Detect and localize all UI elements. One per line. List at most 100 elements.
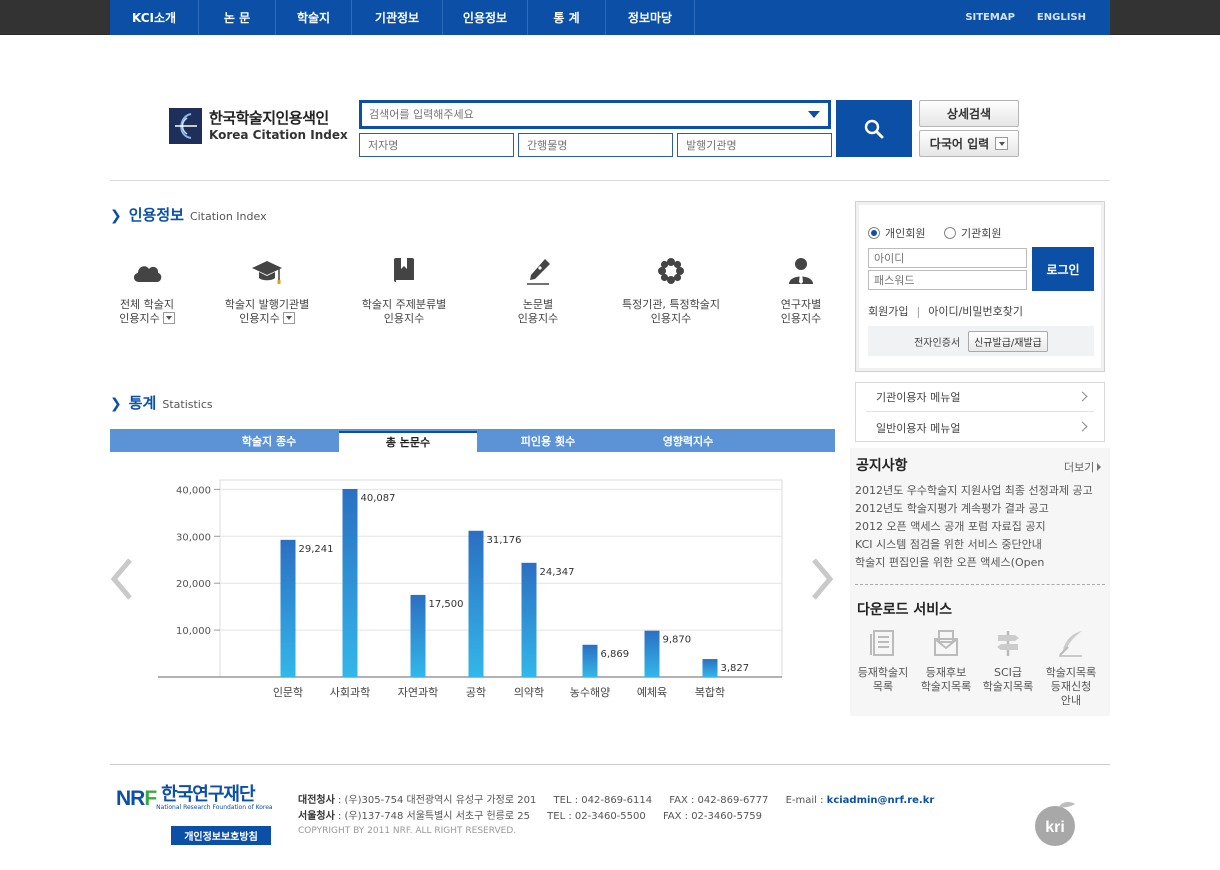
nav-institutions[interactable]: 기관정보 xyxy=(352,0,443,35)
citation-label: 학술지 주제분류별 xyxy=(361,298,447,311)
fax-text: FAX : 02-3460-5759 xyxy=(662,811,763,822)
general-manual-link[interactable]: 일반이용자 메뉴얼 xyxy=(866,413,1094,442)
citation-label: 논문별 xyxy=(522,298,554,311)
quill-icon xyxy=(1059,631,1082,657)
citation-by-publisher[interactable]: 학술지 발행기관별 인용지수 xyxy=(207,256,327,326)
document-list-icon xyxy=(870,630,894,656)
chart-bar[interactable] xyxy=(280,539,296,677)
copyright: COPYRIGHT BY 2011 NRF. ALL RIGHT RESERVE… xyxy=(298,826,517,836)
chart-prev-arrow[interactable] xyxy=(110,556,134,602)
chart-data-label: 24,347 xyxy=(540,567,575,578)
find-account-link[interactable]: 아이디/비밀번호찾기 xyxy=(928,305,1023,318)
chart-x-tick-label: 자연과학 xyxy=(398,686,438,699)
download-sci-journals[interactable]: SCI급 학술지목록 xyxy=(978,628,1038,694)
manual-label: 일반이용자 메뉴얼 xyxy=(876,421,961,435)
advanced-search-button[interactable]: 상세검색 xyxy=(919,100,1019,127)
citation-by-institution-journal[interactable]: 특정기관, 특정학술지 인용지수 xyxy=(611,256,731,326)
nrf-name-ko: 한국연구재단 xyxy=(161,784,255,805)
chart-bar[interactable] xyxy=(468,530,484,677)
citation-by-researcher[interactable]: 연구자별 인용지수 xyxy=(741,256,861,326)
chart-bar[interactable] xyxy=(410,594,426,677)
institution-manual-link[interactable]: 기관이용자 메뉴얼 xyxy=(866,383,1094,412)
chart-bar[interactable] xyxy=(644,630,660,677)
certificate-issue-button[interactable]: 신규발급/재발급 xyxy=(968,330,1048,352)
chevron-down-icon[interactable] xyxy=(808,111,820,118)
utility-links: SITEMAP ENGLISH xyxy=(965,0,1086,35)
logo-title-en: Korea Citation Index xyxy=(209,128,348,142)
login-panel: 개인회원 기관회원 로그인 회원가입|아이디/비밀번호찾기 전자인증서 신규발급… xyxy=(855,201,1105,372)
chart-bar[interactable] xyxy=(342,488,358,677)
notice-item[interactable]: 2012년도 우수학술지 지원사업 최종 선정과제 공고 xyxy=(855,482,1095,500)
publisher-input[interactable] xyxy=(678,134,831,156)
nav-citation[interactable]: 인용정보 xyxy=(443,0,528,35)
notice-item[interactable]: 2012 오픈 액세스 공개 포럼 자료집 공지 xyxy=(855,518,1095,536)
seoul-address: 서울청사 : (우)137-748 서울특별시 서초구 헌릉로 25 TEL :… xyxy=(298,807,762,822)
tab-journal-count[interactable]: 학술지 종수 xyxy=(199,429,339,452)
chart-y-tick-label: 10,000 xyxy=(176,626,211,637)
nrf-logo[interactable]: NRF 한국연구재단 National Research Foundation … xyxy=(116,784,273,812)
tab-cited-count[interactable]: 피인용 횟수 xyxy=(478,429,618,452)
citation-label: 인용지수 xyxy=(119,312,160,325)
kri-logo[interactable]: kri xyxy=(1031,800,1083,848)
download-registered-journals[interactable]: 등재학술지 목록 xyxy=(853,628,913,694)
search-button[interactable] xyxy=(836,100,912,157)
graduation-cap-icon xyxy=(252,261,282,284)
statistics-title-en: Statistics xyxy=(162,398,213,411)
multilang-input-button[interactable]: 다국어 입력 xyxy=(919,130,1019,157)
login-links: 회원가입 | 아이디/비밀번호찾기 xyxy=(868,305,1023,318)
chevron-down-icon[interactable] xyxy=(162,312,175,324)
search-input[interactable] xyxy=(362,103,782,126)
privacy-policy-button[interactable]: 개인정보보호방침 xyxy=(171,826,271,845)
notice-item[interactable]: 2012년도 학술지평가 계속평가 결과 공고 xyxy=(855,500,1095,518)
person-icon xyxy=(789,258,813,284)
english-link[interactable]: ENGLISH xyxy=(1037,12,1086,23)
login-password-input[interactable] xyxy=(869,271,1026,289)
chart-x-tick-label: 의약학 xyxy=(514,685,544,699)
signpost-icon xyxy=(997,631,1019,656)
author-input[interactable] xyxy=(360,134,513,156)
radio-personal-member[interactable]: 개인회원 xyxy=(868,225,925,241)
notice-title: 공지사항 xyxy=(856,458,908,474)
citation-by-paper[interactable]: 논문별 인용지수 xyxy=(478,256,598,326)
citation-label: 인용지수 xyxy=(239,312,280,325)
chart-data-label: 9,870 xyxy=(663,635,692,646)
email-link[interactable]: kciadmin@nrf.re.kr xyxy=(827,795,935,806)
notice-more-link[interactable]: 더보기 xyxy=(1064,459,1101,475)
chart-data-label: 6,869 xyxy=(601,649,630,660)
download-candidate-journals[interactable]: 등재후보 학술지목록 xyxy=(916,628,976,694)
journal-input[interactable] xyxy=(519,134,672,156)
citation-label: 인용지수 xyxy=(650,312,692,325)
nav-info-plaza[interactable]: 정보마당 xyxy=(606,0,695,35)
radio-institution-member[interactable]: 기관회원 xyxy=(944,225,1001,241)
nav-journals[interactable]: 학술지 xyxy=(276,0,352,35)
download-application-guide[interactable]: 학술지목록 등재신청 안내 xyxy=(1041,628,1101,708)
download-label: 등재학술지 xyxy=(857,666,909,679)
kci-logo[interactable]: 한국학술지인용색인 Korea Citation Index xyxy=(169,108,348,144)
citation-all-journals[interactable]: 전체 학술지 인용지수 xyxy=(87,256,207,326)
chart-bar[interactable] xyxy=(521,562,537,677)
join-link[interactable]: 회원가입 xyxy=(868,305,908,318)
nav-statistics[interactable]: 통 계 xyxy=(528,0,606,35)
citation-by-subject[interactable]: 학술지 주제분류별 인용지수 xyxy=(344,256,464,326)
logo-title-ko: 한국학술지인용색인 xyxy=(209,109,329,127)
sitemap-link[interactable]: SITEMAP xyxy=(965,12,1015,23)
chart-x-tick-label: 인문학 xyxy=(273,686,303,699)
nav-kci-intro[interactable]: KCI소개 xyxy=(110,0,199,35)
login-id-box xyxy=(868,248,1027,268)
download-label: SCI급 xyxy=(993,666,1023,679)
notice-item[interactable]: 학술지 편집인을 위한 오픈 액세스(Open xyxy=(855,554,1095,572)
chevron-right-icon xyxy=(1077,391,1088,402)
chart-x-tick-label: 사회과학 xyxy=(330,686,370,699)
download-label: 등재후보 xyxy=(925,666,967,679)
nav-papers[interactable]: 논 문 xyxy=(199,0,276,35)
notice-item[interactable]: KCI 시스템 점검을 위한 서비스 중단안내 xyxy=(855,536,1095,554)
tab-impact-factor[interactable]: 영향력지수 xyxy=(618,429,758,452)
login-button[interactable]: 로그인 xyxy=(1032,247,1094,291)
login-id-input[interactable] xyxy=(869,249,1026,267)
chart-bar[interactable] xyxy=(582,644,598,677)
tab-total-papers[interactable]: 총 논문수 xyxy=(338,430,478,452)
chart-bar[interactable] xyxy=(702,659,718,677)
chevron-down-icon[interactable] xyxy=(282,312,295,324)
chart-x-tick-label: 농수해양 xyxy=(570,685,610,699)
chart-next-arrow[interactable] xyxy=(810,556,834,602)
